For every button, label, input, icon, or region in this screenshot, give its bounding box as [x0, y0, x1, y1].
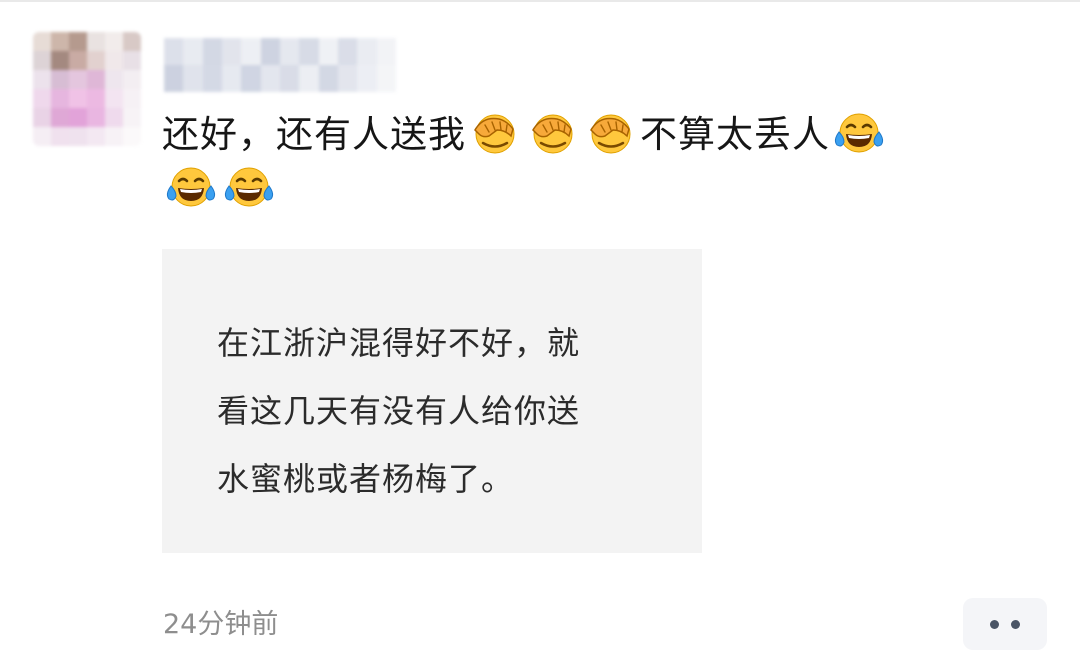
quoted-post-card[interactable]: 在江浙沪混得好不好，就 看这几天有没有人给你送 水蜜桃或者杨梅了。 — [162, 249, 702, 553]
face-palm-emoji-icon — [525, 110, 581, 156]
top-divider — [0, 0, 1080, 2]
tears-of-joy-emoji-icon — [221, 164, 277, 210]
timestamp: 24分钟前 — [163, 609, 279, 640]
quoted-post-line: 在江浙沪混得好不好，就 — [217, 324, 581, 362]
comment-text: 还好，还有人送我 不算太丢人 — [162, 108, 1042, 216]
face-palm-emoji-icon — [467, 110, 523, 156]
more-dots-icon — [1011, 619, 1020, 629]
tears-of-joy-emoji-icon — [163, 164, 219, 210]
comment-text-segment: 还好，还有人送我 — [162, 113, 466, 156]
tears-of-joy-emoji-icon — [831, 110, 887, 156]
comment-text-segment: 不算太丢人 — [640, 113, 830, 156]
more-dots-icon — [990, 619, 999, 629]
face-palm-emoji-icon — [583, 110, 639, 156]
username-blurred[interactable] — [164, 38, 396, 92]
quoted-post-line: 水蜜桃或者杨梅了。 — [217, 460, 515, 498]
more-options-button[interactable] — [963, 598, 1047, 650]
avatar[interactable] — [33, 32, 141, 146]
quoted-post-text: 在江浙沪混得好不好，就 看这几天有没有人给你送 水蜜桃或者杨梅了。 — [217, 309, 662, 513]
quoted-post-line: 看这几天有没有人给你送 — [217, 392, 581, 430]
